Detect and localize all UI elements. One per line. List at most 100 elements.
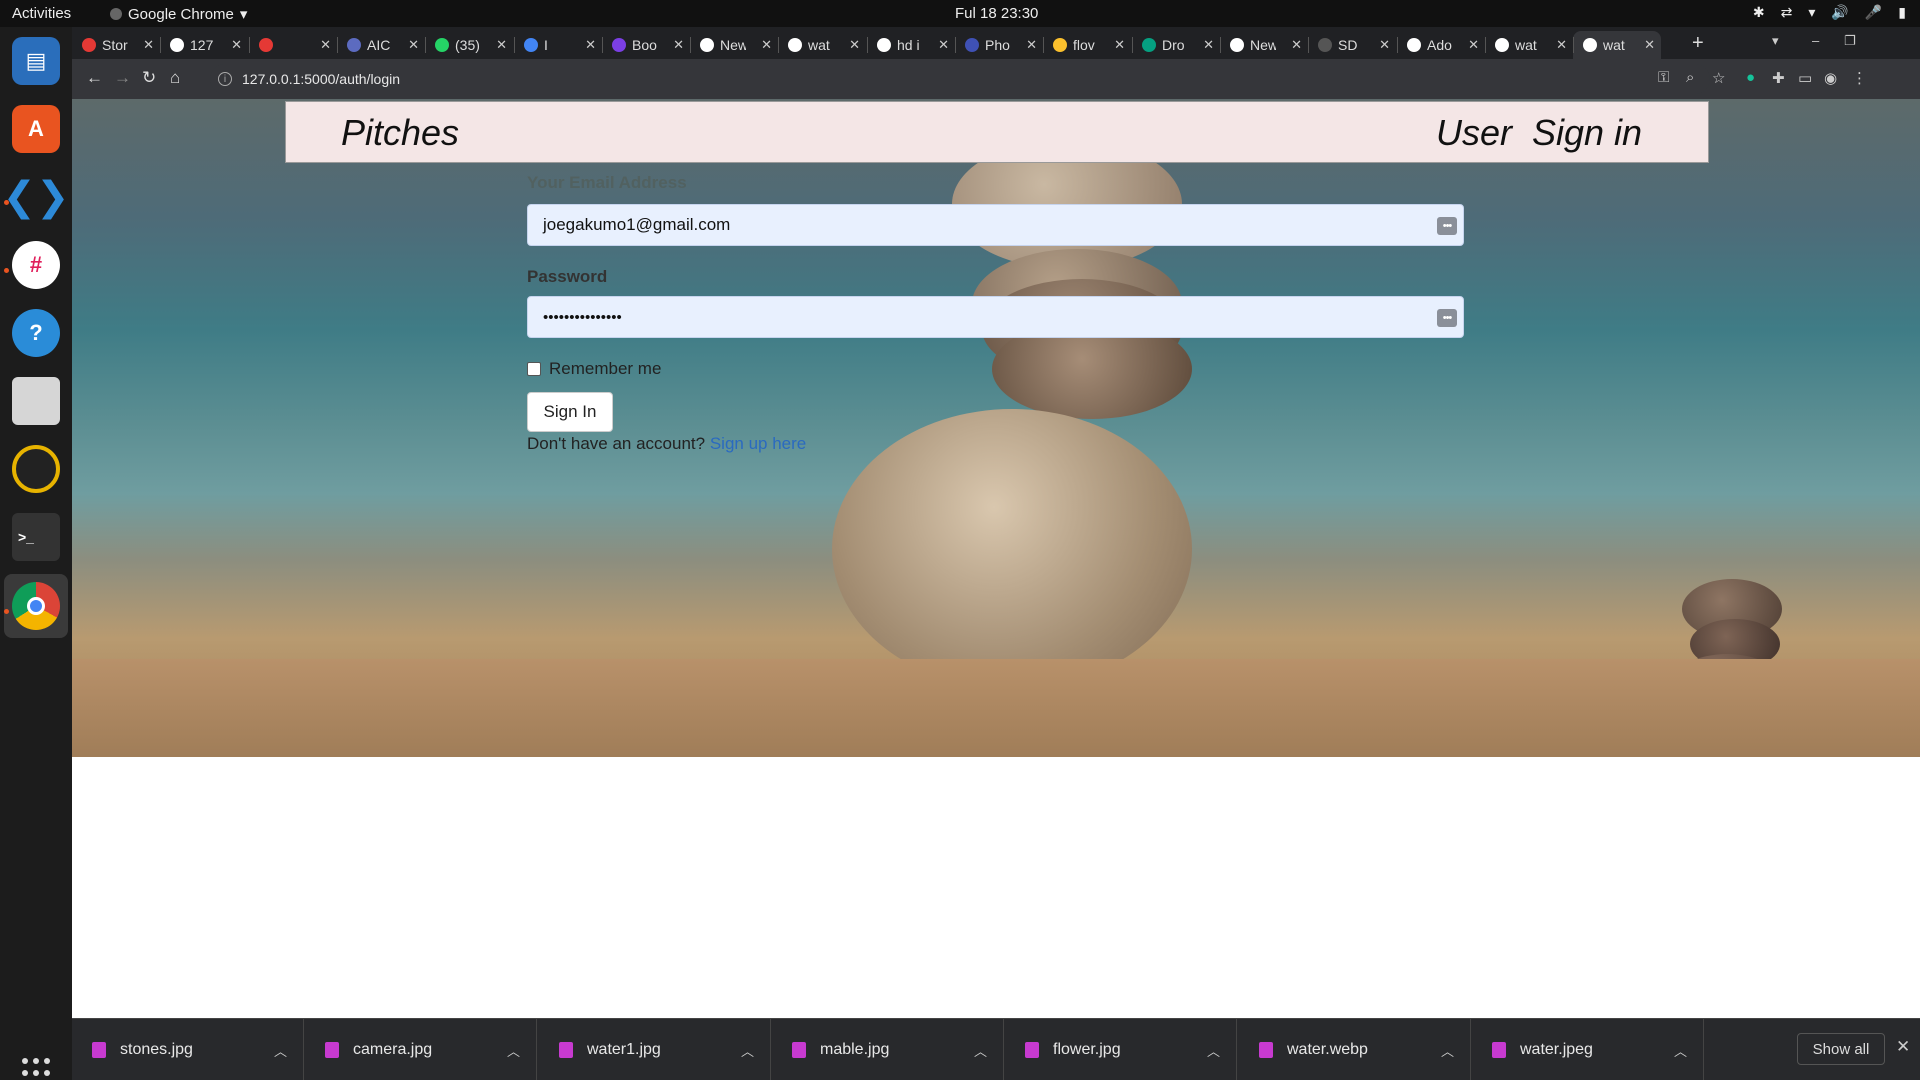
download-item[interactable]: water1.jpg ︿: [539, 1019, 771, 1080]
back-icon[interactable]: ←: [86, 68, 103, 88]
tab-close-icon[interactable]: ✕: [143, 37, 154, 53]
browser-tab[interactable]: flov ✕: [1043, 31, 1131, 59]
browser-tab[interactable]: ✕: [249, 31, 337, 59]
download-item[interactable]: water.jpeg ︿: [1472, 1019, 1704, 1080]
clock[interactable]: Ful 18 23:30: [955, 5, 1038, 22]
show-applications-icon[interactable]: [22, 1058, 52, 1080]
browser-tab[interactable]: wat ✕: [778, 31, 866, 59]
browser-tab[interactable]: wat ✕: [1573, 31, 1661, 59]
signup-link[interactable]: Sign up here: [710, 434, 806, 453]
address-bar[interactable]: i 127.0.0.1:5000/auth/login: [210, 64, 1710, 94]
volume-icon[interactable]: 🔊: [1831, 4, 1848, 21]
terminal-icon[interactable]: >_: [12, 513, 60, 561]
forward-icon[interactable]: →: [114, 68, 131, 88]
files-icon[interactable]: [12, 377, 60, 425]
sign-in-button[interactable]: Sign In: [527, 392, 613, 432]
tab-close-icon[interactable]: ✕: [231, 37, 242, 53]
teamviewer-tray-icon[interactable]: ⇄: [1781, 4, 1793, 21]
tab-close-icon[interactable]: ✕: [761, 37, 772, 53]
browser-tab[interactable]: hd i ✕: [867, 31, 955, 59]
site-info-icon[interactable]: i: [218, 72, 232, 86]
chevron-up-icon[interactable]: ︿: [1674, 1041, 1687, 1060]
tab-close-icon[interactable]: ✕: [938, 37, 949, 53]
ubuntu-software-icon[interactable]: A: [12, 105, 60, 153]
tab-close-icon[interactable]: ✕: [1379, 37, 1390, 53]
chevron-up-icon[interactable]: ︿: [274, 1041, 287, 1060]
remember-me[interactable]: Remember me: [527, 359, 1467, 379]
slack-tray-icon[interactable]: ✱: [1753, 4, 1765, 21]
extensions-icon[interactable]: ✚: [1772, 69, 1785, 87]
chevron-up-icon[interactable]: ︿: [974, 1041, 987, 1060]
restore-icon[interactable]: ❐: [1844, 33, 1856, 49]
browser-tab[interactable]: Boo ✕: [602, 31, 690, 59]
download-item[interactable]: stones.jpg ︿: [72, 1019, 304, 1080]
browser-tab[interactable]: New ✕: [1220, 31, 1308, 59]
show-all-button[interactable]: Show all: [1797, 1033, 1885, 1065]
download-item[interactable]: water.webp ︿: [1239, 1019, 1471, 1080]
download-item[interactable]: camera.jpg ︿: [305, 1019, 537, 1080]
browser-tab[interactable]: 127 ✕: [160, 31, 248, 59]
password-manager-icon[interactable]: •••: [1437, 309, 1457, 327]
download-item[interactable]: flower.jpg ︿: [1005, 1019, 1237, 1080]
browser-tab[interactable]: AIC ✕: [337, 31, 425, 59]
tab-close-icon[interactable]: ✕: [1026, 37, 1037, 53]
home-icon[interactable]: ⌂: [170, 68, 180, 88]
libreoffice-writer-icon[interactable]: ▤: [12, 37, 60, 85]
reload-icon[interactable]: ↻: [142, 68, 156, 88]
slack-icon[interactable]: #: [12, 241, 60, 289]
password-key-icon[interactable]: ⚿: [1658, 69, 1669, 86]
site-brand[interactable]: Pitches: [341, 112, 459, 154]
cast-icon[interactable]: ▭: [1798, 69, 1812, 87]
tab-close-icon[interactable]: ✕: [849, 37, 860, 53]
microphone-icon[interactable]: 🎤: [1865, 4, 1882, 21]
tab-close-icon[interactable]: ✕: [1644, 37, 1655, 53]
nav-signin-link[interactable]: Sign in: [1532, 112, 1642, 154]
wifi-icon[interactable]: ▾: [1808, 4, 1815, 21]
help-icon[interactable]: ?: [12, 309, 60, 357]
browser-tab[interactable]: wat ✕: [1485, 31, 1573, 59]
tab-close-icon[interactable]: ✕: [320, 37, 331, 53]
tab-close-icon[interactable]: ✕: [585, 37, 596, 53]
grammarly-icon[interactable]: ●: [1746, 69, 1755, 86]
browser-tab[interactable]: (35) ✕: [425, 31, 513, 59]
profile-avatar[interactable]: ◉: [1824, 69, 1837, 87]
browser-tab[interactable]: Pho ✕: [955, 31, 1043, 59]
chevron-up-icon[interactable]: ︿: [741, 1041, 754, 1060]
chevron-up-icon[interactable]: ︿: [1441, 1041, 1454, 1060]
tab-close-icon[interactable]: ✕: [496, 37, 507, 53]
menu-kebab-icon[interactable]: ⋮: [1852, 69, 1867, 87]
tab-close-icon[interactable]: ✕: [1203, 37, 1214, 53]
system-tray[interactable]: ✱ ⇄ ▾ 🔊 🎤 ▮: [1753, 4, 1906, 21]
tab-close-icon[interactable]: ✕: [673, 37, 684, 53]
browser-tab[interactable]: New ✕: [690, 31, 778, 59]
download-item[interactable]: mable.jpg ︿: [772, 1019, 1004, 1080]
password-field[interactable]: ••••••••••••••• •••: [527, 296, 1464, 338]
minimize-icon[interactable]: –: [1812, 33, 1819, 48]
browser-tab[interactable]: Stor ✕: [72, 31, 160, 59]
browser-tab[interactable]: I ✕: [514, 31, 602, 59]
chrome-icon[interactable]: [12, 582, 60, 630]
zoom-icon[interactable]: ⌕: [1686, 69, 1694, 86]
tab-close-icon[interactable]: ✕: [1114, 37, 1125, 53]
close-icon[interactable]: ✕: [1896, 1037, 1910, 1057]
battery-icon[interactable]: ▮: [1898, 4, 1906, 21]
new-tab-icon[interactable]: +: [1692, 32, 1704, 55]
bookmark-star-icon[interactable]: ☆: [1712, 69, 1725, 87]
tab-close-icon[interactable]: ✕: [408, 37, 419, 53]
browser-tab[interactable]: Dro ✕: [1132, 31, 1220, 59]
tab-search-icon[interactable]: ▾: [1772, 33, 1779, 49]
chevron-up-icon[interactable]: ︿: [507, 1041, 520, 1060]
email-field[interactable]: joegakumo1@gmail.com •••: [527, 204, 1464, 246]
nav-user-link[interactable]: User: [1436, 112, 1512, 154]
activities-button[interactable]: Activities: [12, 5, 71, 22]
rhythmbox-icon[interactable]: [12, 445, 60, 493]
browser-tab[interactable]: Ado ✕: [1397, 31, 1485, 59]
remember-me-checkbox[interactable]: [527, 362, 541, 376]
tab-close-icon[interactable]: ✕: [1468, 37, 1479, 53]
browser-tab[interactable]: SD ✕: [1308, 31, 1396, 59]
tab-close-icon[interactable]: ✕: [1556, 37, 1567, 53]
chevron-up-icon[interactable]: ︿: [1207, 1041, 1220, 1060]
vscode-icon[interactable]: ❮❯: [2, 173, 69, 221]
app-menu[interactable]: Google Chrome ▾: [110, 5, 247, 23]
password-manager-icon[interactable]: •••: [1437, 217, 1457, 235]
